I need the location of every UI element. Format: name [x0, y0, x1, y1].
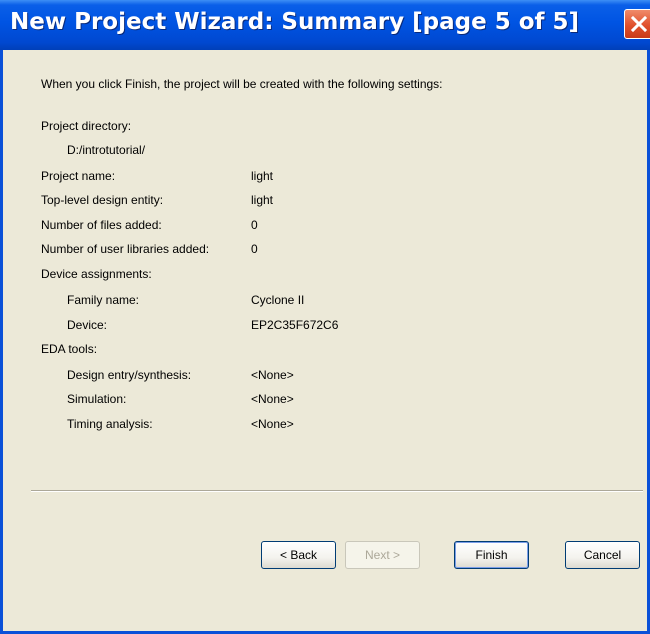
device-assignments-heading: Device assignments:	[41, 267, 152, 281]
family-name-value: Cyclone II	[251, 293, 305, 307]
title-bar[interactable]: New Project Wizard: Summary [page 5 of 5…	[0, 0, 650, 50]
project-name-label: Project name:	[41, 169, 116, 183]
finish-button[interactable]: Finish	[454, 541, 529, 569]
cancel-button[interactable]: Cancel	[565, 541, 640, 569]
files-added-label: Number of files added:	[41, 218, 162, 232]
close-button[interactable]	[624, 9, 650, 39]
wizard-window: New Project Wizard: Summary [page 5 of 5…	[0, 0, 650, 634]
next-button[interactable]: Next >	[345, 541, 420, 569]
files-added-value: 0	[251, 218, 258, 232]
window-title: New Project Wizard: Summary [page 5 of 5…	[10, 9, 580, 35]
top-level-entity-value: light	[251, 193, 274, 207]
eda-tools-heading: EDA tools:	[41, 342, 98, 356]
timing-analysis-value: <None>	[251, 417, 294, 431]
close-icon	[630, 15, 648, 33]
button-separator	[31, 490, 643, 492]
project-name-value: light	[251, 169, 274, 183]
timing-analysis-label: Timing analysis:	[67, 417, 153, 431]
top-level-entity-label: Top-level design entity:	[41, 193, 164, 207]
device-value: EP2C35F672C6	[251, 318, 339, 332]
device-label: Device:	[67, 318, 108, 332]
simulation-value: <None>	[251, 392, 294, 406]
design-entry-label: Design entry/synthesis:	[67, 368, 192, 382]
project-directory-label: Project directory:	[41, 119, 132, 133]
user-libraries-label: Number of user libraries added:	[41, 242, 210, 256]
user-libraries-value: 0	[251, 242, 258, 256]
family-name-label: Family name:	[67, 293, 140, 307]
design-entry-value: <None>	[251, 368, 294, 382]
intro-text: When you click Finish, the project will …	[41, 77, 443, 91]
simulation-label: Simulation:	[67, 392, 127, 406]
back-button[interactable]: < Back	[261, 541, 336, 569]
project-directory-value: D:/introtutorial/	[67, 143, 146, 157]
